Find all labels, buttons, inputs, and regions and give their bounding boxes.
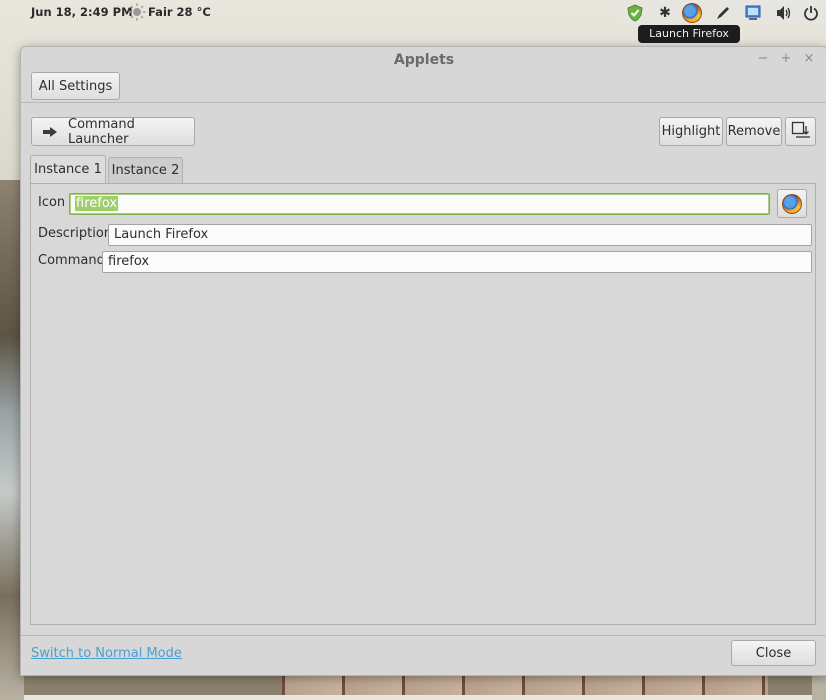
titlebar[interactable]: Applets − + × (21, 47, 826, 73)
tab-instance-2-label: Instance 2 (111, 163, 180, 178)
close-window-button[interactable]: × (802, 52, 816, 66)
tooltip: Launch Firefox (638, 25, 740, 43)
volume-icon[interactable] (773, 3, 795, 23)
icon-label: Icon (38, 195, 66, 210)
footer-separator (21, 635, 826, 636)
close-button[interactable]: Close (731, 640, 816, 666)
description-label: Description (38, 226, 113, 241)
window-title: Applets (393, 52, 455, 68)
switch-to-normal-mode-link[interactable]: Switch to Normal Mode (31, 646, 182, 661)
command-field[interactable]: firefox (102, 251, 812, 273)
firefox-icon (782, 193, 802, 214)
highlight-button[interactable]: Highlight (659, 117, 723, 146)
tab-instance-1-label: Instance 1 (34, 162, 102, 177)
command-launcher-label: Command Launcher (68, 116, 135, 147)
command-field-value: firefox (108, 254, 150, 269)
command-launcher-button[interactable]: Command Launcher (31, 116, 195, 147)
icon-chooser-button[interactable] (777, 189, 807, 218)
close-label: Close (755, 645, 792, 661)
icon-field-value: firefox (75, 196, 119, 211)
command-label: Command (38, 253, 105, 268)
toolbar-separator (21, 102, 826, 103)
description-field-value: Launch Firefox (114, 227, 209, 242)
bluetooth-icon[interactable]: ✱ (654, 3, 676, 23)
display-icon[interactable] (742, 3, 764, 23)
tab-instance-2[interactable]: Instance 2 (108, 157, 183, 183)
applets-window: Applets − + × All Settings Command Launc… (20, 46, 826, 676)
maximize-button[interactable]: + (779, 52, 793, 66)
all-settings-label: All Settings (38, 78, 113, 94)
remove-button[interactable]: Remove (726, 117, 782, 146)
remove-label: Remove (727, 124, 781, 139)
power-icon[interactable] (800, 3, 822, 23)
panel-weather[interactable]: Fair 28 °C (148, 5, 211, 19)
firefox-icon[interactable] (681, 3, 703, 23)
shield-check-icon[interactable] (624, 3, 646, 23)
export-settings-icon (791, 121, 811, 143)
minimize-button[interactable]: − (756, 52, 770, 66)
arrow-right-icon (42, 126, 58, 138)
pen-icon[interactable] (712, 3, 734, 23)
instance-1-panel: Icon firefox Description Launch Firefox … (30, 183, 816, 625)
export-button[interactable] (785, 117, 816, 146)
icon-field[interactable]: firefox (69, 193, 770, 215)
sun-icon (128, 3, 146, 21)
tab-instance-1[interactable]: Instance 1 (30, 155, 106, 183)
panel-clock[interactable]: Jun 18, 2:49 PM (31, 5, 133, 19)
highlight-label: Highlight (661, 124, 721, 139)
system-tray: ✱ (620, 0, 826, 26)
all-settings-button[interactable]: All Settings (31, 72, 120, 100)
top-panel: Jun 18, 2:49 PM Fair 28 °C ✱ (0, 0, 826, 26)
description-field[interactable]: Launch Firefox (108, 224, 812, 246)
